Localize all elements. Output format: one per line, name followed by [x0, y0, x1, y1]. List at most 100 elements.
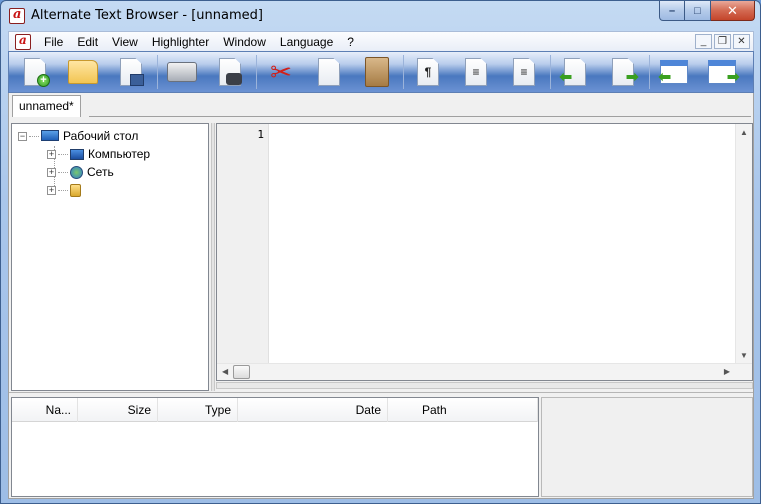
scissors-icon: ✂: [270, 57, 292, 87]
document-tabs: unnamed*: [8, 93, 754, 119]
menu-file[interactable]: File: [37, 33, 70, 51]
text-editor[interactable]: 1 ▲ ▼ ◀ ▶: [216, 123, 753, 381]
app-logo-icon[interactable]: [9, 7, 25, 24]
tree-connector: [58, 171, 68, 173]
scroll-thumb[interactable]: [233, 365, 250, 379]
plus-icon: +: [37, 74, 50, 87]
mdi-close-button[interactable]: ✕: [733, 34, 750, 49]
window-title: Alternate Text Browser - [unnamed]: [31, 8, 263, 23]
menu-bar: File Edit View Highlighter Window Langua…: [8, 31, 754, 51]
tab-divider: [89, 116, 751, 117]
scroll-down-icon[interactable]: ▼: [740, 351, 748, 360]
open-file-button[interactable]: [63, 52, 103, 92]
clipboard-icon: [365, 57, 389, 87]
indent-button[interactable]: ≡: [456, 52, 496, 92]
arrow-left-icon: ⬅: [658, 69, 672, 86]
computer-icon: [70, 148, 84, 160]
menu-highlighter[interactable]: Highlighter: [145, 33, 216, 51]
expand-icon[interactable]: +: [47, 149, 56, 159]
toolbar-separator: [157, 55, 158, 89]
copy-icon: [318, 58, 340, 86]
pilcrow-icon: ¶: [424, 65, 432, 79]
column-path[interactable]: Path: [388, 398, 538, 422]
tree-connector: [58, 189, 68, 191]
toolbar-separator: [403, 55, 404, 89]
network-icon: [70, 165, 83, 179]
next-document-button[interactable]: ➡: [603, 52, 643, 92]
toolbar-separator: [256, 55, 257, 89]
main-area: − Рабочий стол + Компьютер + Сеть + 1 ▲ …: [8, 119, 754, 499]
column-date[interactable]: Date: [238, 398, 388, 422]
new-file-button[interactable]: +: [15, 52, 55, 92]
minimize-button[interactable]: –: [659, 1, 685, 21]
document-menu-icon[interactable]: [15, 33, 31, 50]
horizontal-scrollbar[interactable]: ◀ ▶: [217, 363, 752, 380]
folder-open-icon: [68, 60, 98, 84]
desktop-icon: [41, 129, 59, 141]
toolbar: + ✂ ¶ ≡ ≡ ⬅ ➡ ⬅ ➡: [8, 51, 754, 93]
tree-item-label: Компьютер: [88, 147, 151, 161]
collapse-icon[interactable]: −: [18, 131, 27, 141]
find-button[interactable]: [210, 52, 250, 92]
indent-icon: ≡: [472, 65, 480, 79]
editor-status-strip: [216, 382, 753, 389]
scroll-left-icon[interactable]: ◀: [222, 367, 228, 376]
column-name[interactable]: Na...: [12, 398, 78, 422]
outdent-button[interactable]: ≡: [504, 52, 544, 92]
toolbar-separator: [550, 55, 551, 89]
save-file-button[interactable]: [111, 52, 151, 92]
menu-language[interactable]: Language: [273, 33, 340, 51]
paste-button[interactable]: [357, 52, 397, 92]
previous-document-button[interactable]: ⬅: [555, 52, 595, 92]
arrow-right-icon: ➡: [625, 69, 639, 86]
mdi-controls: _ ❐ ✕: [695, 34, 750, 49]
column-size[interactable]: Size: [78, 398, 158, 422]
expand-icon[interactable]: +: [47, 167, 56, 177]
tree-connector: [58, 153, 68, 155]
vertical-scrollbar[interactable]: ▲ ▼: [735, 124, 752, 364]
column-type[interactable]: Type: [158, 398, 238, 422]
expand-icon[interactable]: +: [47, 185, 56, 195]
close-icon: ✕: [727, 2, 738, 18]
copy-button[interactable]: [309, 52, 349, 92]
app-window: Alternate Text Browser - [unnamed] – □ ✕…: [0, 0, 761, 504]
minimize-icon: –: [668, 4, 676, 17]
arrow-right-icon: ➡: [726, 69, 740, 86]
toolbar-separator: [649, 55, 650, 89]
vertical-splitter[interactable]: [211, 123, 215, 391]
previous-window-button[interactable]: ⬅: [654, 52, 694, 92]
tree-item-label: Рабочий стол: [63, 129, 139, 143]
mdi-restore-button[interactable]: ❐: [714, 34, 731, 49]
tree-item-desktop[interactable]: − Рабочий стол: [18, 127, 138, 145]
menu-help[interactable]: ?: [340, 33, 361, 51]
scroll-up-icon[interactable]: ▲: [740, 128, 748, 137]
tree-connector: [29, 135, 39, 137]
arrow-left-icon: ⬅: [559, 69, 573, 86]
user-folder-icon: [70, 183, 81, 197]
print-button[interactable]: [162, 52, 202, 92]
line-number: 1: [257, 128, 264, 141]
title-bar[interactable]: Alternate Text Browser - [unnamed] – □ ✕: [1, 1, 760, 31]
line-number-gutter: 1: [217, 124, 269, 364]
window-controls: – □ ✕: [659, 1, 755, 21]
tab-unnamed[interactable]: unnamed*: [12, 95, 81, 117]
printer-icon: [167, 62, 197, 82]
mdi-minimize-button[interactable]: _: [695, 34, 712, 49]
tree-item-computer[interactable]: + Компьютер: [47, 145, 150, 163]
tree-item-network[interactable]: + Сеть: [47, 163, 114, 181]
maximize-button[interactable]: □: [685, 1, 711, 21]
show-formatting-button[interactable]: ¶: [408, 52, 448, 92]
maximize-icon: □: [694, 4, 701, 17]
menu-view[interactable]: View: [105, 33, 145, 51]
menu-window[interactable]: Window: [216, 33, 273, 51]
close-button[interactable]: ✕: [711, 1, 755, 21]
tree-item-label: Сеть: [87, 165, 114, 179]
tree-item-user-folder[interactable]: +: [47, 181, 85, 199]
next-window-button[interactable]: ➡: [702, 52, 742, 92]
file-list[interactable]: Na... Size Type Date Path: [11, 397, 539, 497]
menu-edit[interactable]: Edit: [70, 33, 105, 51]
scroll-right-icon[interactable]: ▶: [724, 367, 730, 376]
file-list-header: Na... Size Type Date Path: [12, 398, 538, 422]
folder-tree[interactable]: − Рабочий стол + Компьютер + Сеть +: [11, 123, 209, 391]
cut-button[interactable]: ✂: [261, 52, 301, 92]
